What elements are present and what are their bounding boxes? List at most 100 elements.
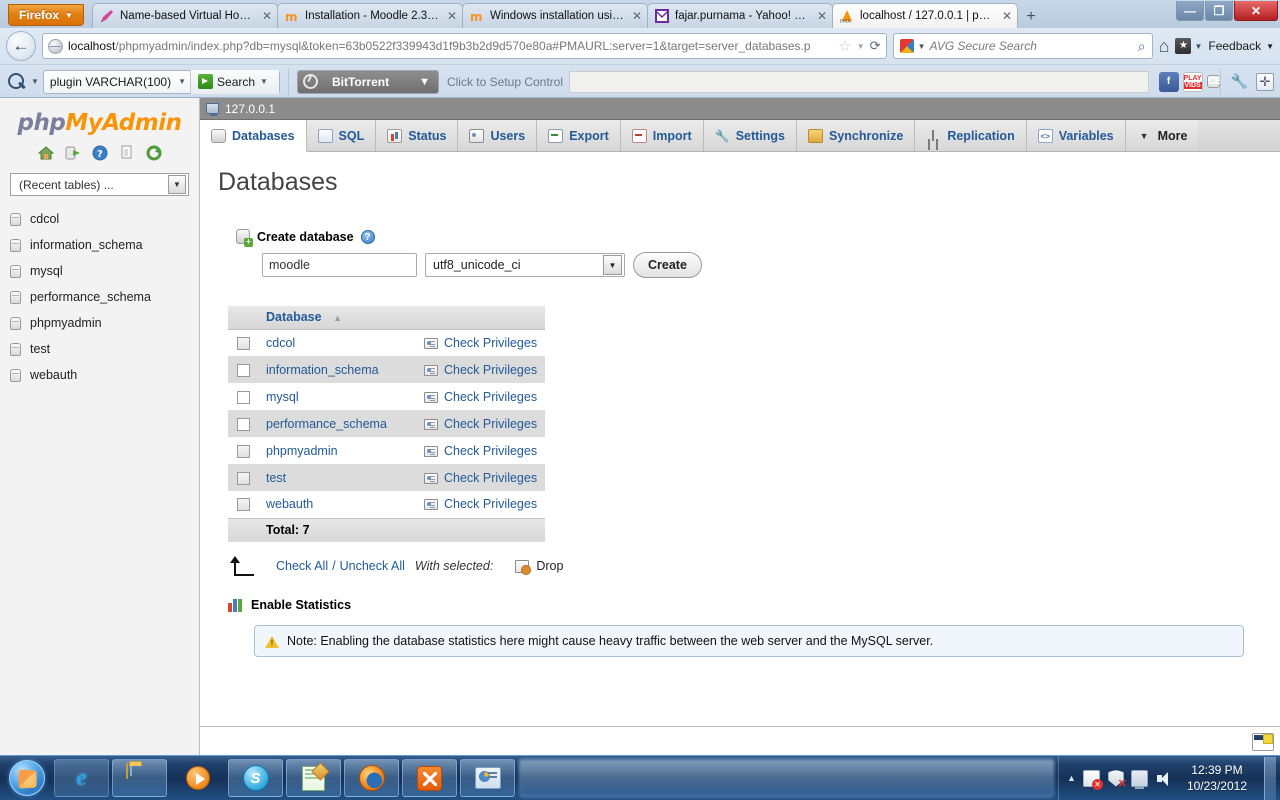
- row-checkbox-cell[interactable]: [228, 356, 258, 383]
- wrench-icon[interactable]: 🔧: [1231, 73, 1248, 90]
- security-shield-icon[interactable]: [1107, 770, 1127, 790]
- firefox-menu-button[interactable]: Firefox ▼: [8, 4, 84, 26]
- database-name-input[interactable]: [262, 253, 417, 277]
- collation-select[interactable]: utf8_unicode_ci ▼: [425, 253, 625, 277]
- check-privileges-link[interactable]: Check Privileges: [444, 363, 537, 377]
- home-icon[interactable]: [37, 145, 54, 161]
- check-privileges-link[interactable]: Check Privileges: [444, 471, 537, 485]
- add-icon[interactable]: ✛: [1256, 72, 1274, 91]
- chevron-down-icon[interactable]: ▼: [31, 77, 39, 86]
- plugin-search-button[interactable]: Search ▼: [190, 69, 279, 94]
- check-privileges-cell[interactable]: Check Privileges: [418, 437, 546, 464]
- row-checkbox[interactable]: [236, 498, 250, 512]
- refresh-icon[interactable]: [146, 145, 162, 161]
- bookmark-star-icon[interactable]: ☆: [838, 37, 851, 55]
- chevron-down-icon[interactable]: ▼: [419, 76, 430, 88]
- row-checkbox[interactable]: [236, 471, 250, 485]
- taskbar-blurred-window[interactable]: [519, 759, 1055, 797]
- start-orb[interactable]: [3, 758, 51, 798]
- close-icon[interactable]: ✕: [816, 9, 828, 23]
- check-privileges-cell[interactable]: Check Privileges: [418, 464, 546, 491]
- table-row[interactable]: webauth Check Privileges: [228, 491, 546, 518]
- row-checkbox-cell[interactable]: [228, 437, 258, 464]
- sidebar-db-mysql[interactable]: mysql: [6, 258, 199, 284]
- row-checkbox-cell[interactable]: [228, 464, 258, 491]
- sidebar-db-webauth[interactable]: webauth: [6, 362, 199, 388]
- plugin-search-widget[interactable]: plugin VARCHAR(100) ▼ Search ▼: [42, 69, 280, 94]
- search-icon[interactable]: ⌕: [1138, 38, 1146, 55]
- database-column-header[interactable]: Database ▲: [258, 306, 418, 330]
- enable-statistics-link[interactable]: Enable Statistics: [251, 598, 351, 612]
- tab-more[interactable]: More: [1125, 120, 1199, 151]
- chevron-down-icon[interactable]: ▼: [857, 42, 865, 51]
- check-privileges-cell[interactable]: Check Privileges: [418, 356, 546, 383]
- restore-button[interactable]: ❐: [1205, 1, 1233, 21]
- tab-variables[interactable]: Variables: [1026, 120, 1126, 151]
- feedback-button[interactable]: Feedback ▼: [1208, 39, 1274, 53]
- volume-icon[interactable]: [1155, 770, 1172, 787]
- setup-control-label[interactable]: Click to Setup Control: [447, 75, 563, 89]
- chevron-down-icon[interactable]: ▼: [260, 77, 268, 86]
- check-privileges-link[interactable]: Check Privileges: [444, 390, 537, 404]
- close-icon[interactable]: ✕: [631, 9, 643, 23]
- bookmarks-button[interactable]: ★ ▼: [1175, 38, 1202, 54]
- tab-databases[interactable]: Databases: [200, 120, 307, 152]
- row-checkbox[interactable]: [236, 336, 250, 350]
- database-name-cell[interactable]: webauth: [258, 491, 418, 518]
- table-row[interactable]: information_schema Check Privileges: [228, 356, 546, 383]
- help-icon[interactable]: ?: [360, 229, 375, 244]
- close-window-button[interactable]: ✕: [1234, 1, 1278, 21]
- create-button[interactable]: Create: [633, 252, 702, 278]
- facebook-icon[interactable]: f: [1158, 71, 1179, 92]
- docs-icon[interactable]: ?: [92, 145, 108, 161]
- taskbar-firefox[interactable]: [344, 759, 399, 797]
- crossbrowse-icon[interactable]: CB: [1206, 75, 1222, 88]
- tab-settings[interactable]: Settings: [703, 120, 797, 151]
- database-name-cell[interactable]: cdcol: [258, 329, 418, 356]
- table-row[interactable]: cdcol Check Privileges: [228, 329, 546, 356]
- browser-tab-5-active[interactable]: PMA localhost / 127.0.0.1 | phpMy... ✕: [832, 3, 1018, 28]
- taskbar-internet-explorer[interactable]: e: [54, 759, 109, 797]
- taskbar-skype[interactable]: [228, 759, 283, 797]
- row-checkbox-cell[interactable]: [228, 491, 258, 518]
- console-icon[interactable]: [1252, 733, 1274, 751]
- enable-statistics-row[interactable]: Enable Statistics: [228, 598, 1280, 612]
- sidebar-db-cdcol[interactable]: cdcol: [6, 206, 199, 232]
- back-button[interactable]: ←: [6, 31, 36, 61]
- address-bar[interactable]: localhost/phpmyadmin/index.php?db=mysql&…: [42, 33, 887, 59]
- table-row[interactable]: mysql Check Privileges: [228, 383, 546, 410]
- search-icon[interactable]: [6, 71, 28, 93]
- sidebar-db-information-schema[interactable]: information_schema: [6, 232, 199, 258]
- row-checkbox[interactable]: [236, 444, 250, 458]
- drop-button[interactable]: Drop: [515, 559, 563, 575]
- table-row[interactable]: test Check Privileges: [228, 464, 546, 491]
- check-privileges-cell[interactable]: Check Privileges: [418, 410, 546, 437]
- row-checkbox-cell[interactable]: [228, 383, 258, 410]
- tab-status[interactable]: Status: [376, 120, 459, 151]
- database-name-cell[interactable]: information_schema: [258, 356, 418, 383]
- bittorrent-body[interactable]: BitTorrent ▼: [323, 70, 438, 93]
- database-name-cell[interactable]: test: [258, 464, 418, 491]
- bittorrent-widget[interactable]: BitTorrent ▼: [296, 69, 439, 94]
- browser-tab-3[interactable]: m Windows installation using X... ✕: [462, 3, 648, 28]
- database-name-cell[interactable]: mysql: [258, 383, 418, 410]
- check-privileges-cell[interactable]: Check Privileges: [418, 491, 546, 518]
- tab-import[interactable]: Import: [620, 120, 704, 151]
- network-icon[interactable]: [1130, 769, 1148, 789]
- browser-tab-2[interactable]: m Installation - Moodle 2.3.2+ (... ✕: [277, 3, 463, 28]
- addon-empty-field[interactable]: [569, 70, 1149, 93]
- tab-sql[interactable]: SQL: [306, 120, 377, 151]
- tab-export[interactable]: Export: [537, 120, 621, 151]
- taskbar-media-player[interactable]: [170, 759, 225, 797]
- check-privileges-cell[interactable]: Check Privileges: [418, 383, 546, 410]
- taskbar-notepadpp[interactable]: [286, 759, 341, 797]
- check-privileges-link[interactable]: Check Privileges: [444, 417, 537, 431]
- minimize-button[interactable]: —: [1176, 1, 1204, 21]
- sidebar-db-phpmyadmin[interactable]: phpmyadmin: [6, 310, 199, 336]
- tab-replication[interactable]: Replication: [915, 120, 1027, 151]
- sidebar-db-performance-schema[interactable]: performance_schema: [6, 284, 199, 310]
- check-all-link[interactable]: Check All: [276, 559, 328, 573]
- row-checkbox[interactable]: [236, 417, 250, 431]
- browser-tab-4[interactable]: fajar.purnama - Yahoo! Mail ✕: [647, 3, 833, 28]
- playvids-icon[interactable]: PLAY VIDS: [1182, 71, 1203, 92]
